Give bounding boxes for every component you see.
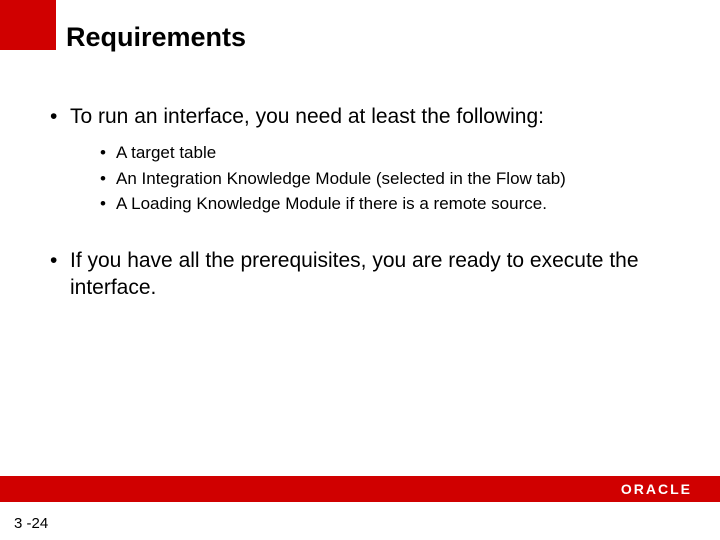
slide-number: 3 -24 <box>14 515 48 532</box>
bullet-main: To run an interface, you need at least t… <box>50 103 680 130</box>
bullet-sub: An Integration Knowledge Module (selecte… <box>100 166 680 192</box>
footer-bar: ORACLE <box>0 476 720 502</box>
bullet-main: If you have all the prerequisites, you a… <box>50 247 680 302</box>
bullet-sub: A Loading Knowledge Module if there is a… <box>100 191 680 217</box>
bullet-sub: A target table <box>100 140 680 166</box>
accent-block <box>0 0 56 50</box>
oracle-logo: ORACLE <box>621 481 692 497</box>
sub-bullet-list: A target table An Integration Knowledge … <box>50 140 680 217</box>
slide-title: Requirements <box>56 0 246 53</box>
slide-content: To run an interface, you need at least t… <box>0 53 720 301</box>
slide-header: Requirements <box>0 0 720 53</box>
